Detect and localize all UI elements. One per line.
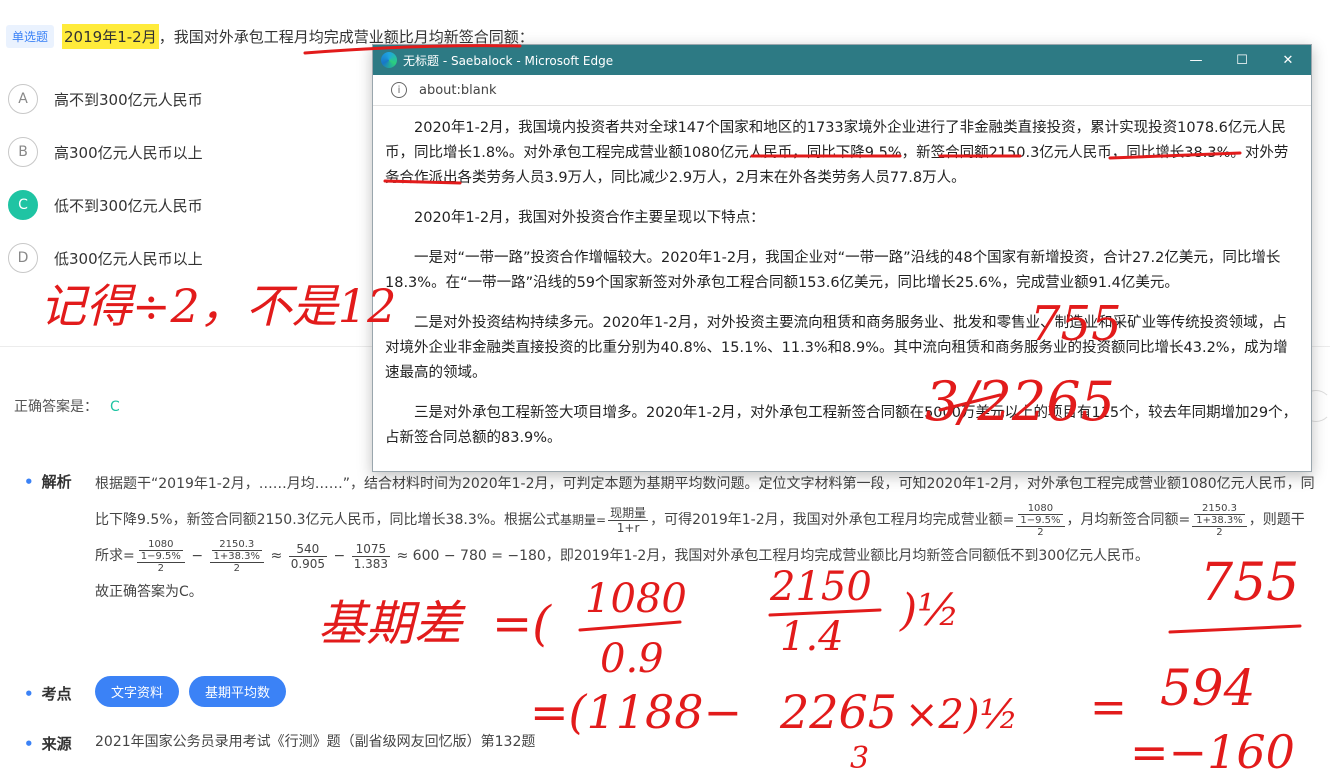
ink-math: ×2)½ <box>905 692 1018 738</box>
ink-label: 基期差 <box>318 596 466 652</box>
ink-math: =(1188− <box>530 685 742 739</box>
ink-underline <box>383 179 462 185</box>
ink-math: 1080 <box>585 576 687 622</box>
ink-note: 记得÷2，不是12 <box>40 279 396 333</box>
ink-math: =−160 <box>1130 725 1295 772</box>
ink-math: = <box>1090 682 1127 733</box>
ink-math: )½ <box>899 585 960 636</box>
ink-underline <box>1108 151 1242 160</box>
ink-math: =( <box>492 596 552 652</box>
ink-line <box>1168 624 1302 634</box>
handwriting-overlay: 记得÷2，不是12 755 3/2265 基期差 =( 1080 0.9 215… <box>40 44 1302 772</box>
ink-math: 0.9 <box>600 636 664 682</box>
ink-math: 1.4 <box>780 614 844 660</box>
ink-number: 594 <box>1160 659 1255 717</box>
ink-math: 3 <box>850 741 869 772</box>
ink-number: 3/2265 <box>925 370 1115 433</box>
ink-math: 2150 <box>769 564 872 610</box>
ink-math: 2265 <box>779 685 897 739</box>
ink-fraction-bar <box>578 620 682 632</box>
ink-underline <box>303 44 522 55</box>
ink-number: 755 <box>1030 296 1122 352</box>
ink-number: 755 <box>1200 553 1299 613</box>
